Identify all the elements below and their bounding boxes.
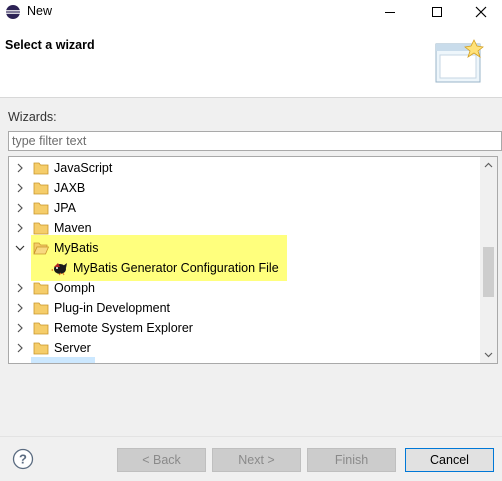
tree-item-jpa[interactable]: JPA	[9, 198, 479, 218]
maximize-button[interactable]	[414, 0, 459, 24]
new-wizard-graphic-icon	[435, 39, 484, 83]
close-button[interactable]	[458, 0, 502, 24]
mybatis-bird-icon	[51, 263, 67, 276]
chevron-right-icon[interactable]	[15, 283, 25, 293]
chevron-right-icon[interactable]	[15, 183, 25, 193]
minimize-icon	[384, 12, 395, 13]
folder-icon	[33, 342, 49, 355]
tree-item-plugin-development[interactable]: Plug-in Development	[9, 298, 479, 318]
tree-item-label: Oomph	[54, 281, 95, 295]
filter-input[interactable]	[8, 131, 502, 151]
partial-selected-row	[31, 357, 95, 363]
tree-item-maven[interactable]: Maven	[9, 218, 479, 238]
tree-item-label: JavaScript	[54, 161, 113, 175]
folder-open-icon	[33, 242, 49, 255]
folder-icon	[33, 222, 49, 235]
folder-icon	[33, 202, 49, 215]
folder-icon	[33, 282, 49, 295]
folder-icon	[33, 182, 49, 195]
maximize-icon	[431, 7, 442, 17]
folder-icon	[33, 162, 49, 175]
folder-icon	[33, 302, 49, 315]
tree-item-label: Maven	[54, 221, 92, 235]
tree-item-label: Server	[54, 341, 91, 355]
title-bar: New	[0, 0, 502, 24]
cancel-button[interactable]: Cancel	[405, 448, 494, 472]
tree-item-label: JPA	[54, 201, 76, 215]
svg-text:?: ?	[19, 452, 27, 467]
back-button[interactable]: < Back	[117, 448, 206, 472]
scroll-down-button[interactable]	[480, 346, 497, 363]
chevron-down-icon	[484, 352, 493, 358]
scroll-up-button[interactable]	[480, 157, 497, 174]
tree-item-label: MyBatis	[54, 241, 99, 255]
chevron-right-icon[interactable]	[15, 303, 25, 313]
tree-item-remote-system-explorer[interactable]: Remote System Explorer	[9, 318, 479, 338]
chevron-right-icon[interactable]	[15, 323, 25, 333]
tree-item-server[interactable]: Server	[9, 338, 479, 358]
wizard-window: New Select a wizard Wizards: JavaScript	[0, 0, 502, 481]
chevron-right-icon[interactable]	[15, 223, 25, 233]
chevron-down-icon[interactable]	[15, 243, 25, 253]
footer-separator	[0, 436, 502, 437]
chevron-right-icon[interactable]	[15, 163, 25, 173]
chevron-right-icon[interactable]	[15, 203, 25, 213]
tree-item-label: MyBatis Generator Configuration File	[73, 261, 279, 275]
close-icon	[475, 6, 486, 18]
window-title: New	[27, 4, 53, 18]
tree-item-label: Plug-in Development	[54, 301, 171, 315]
tree-item-label: JAXB	[54, 181, 86, 195]
wizard-banner: Select a wizard	[0, 24, 502, 98]
chevron-up-icon	[484, 162, 493, 168]
minimize-button[interactable]	[367, 0, 412, 24]
finish-button[interactable]: Finish	[307, 448, 396, 472]
eclipse-icon	[6, 5, 20, 19]
help-icon[interactable]: ?	[12, 448, 34, 470]
tree-scrollbar[interactable]	[480, 157, 497, 363]
folder-icon	[33, 322, 49, 335]
chevron-right-icon[interactable]	[15, 343, 25, 353]
tree-item-jaxb[interactable]: JAXB	[9, 178, 479, 198]
tree-item-javascript[interactable]: JavaScript	[9, 158, 479, 178]
tree-item-label: Remote System Explorer	[54, 321, 193, 335]
tree-item-mybatis[interactable]: MyBatis	[9, 238, 479, 258]
wizard-tree[interactable]: JavaScript JAXB JPA Maven MyBatis MyBati…	[8, 156, 498, 364]
tree-item-mybatis-generator-config[interactable]: MyBatis Generator Configuration File	[9, 258, 479, 278]
wizards-label: Wizards:	[8, 110, 57, 124]
banner-title: Select a wizard	[5, 38, 95, 52]
scroll-thumb[interactable]	[483, 247, 494, 297]
next-button[interactable]: Next >	[212, 448, 301, 472]
tree-item-oomph[interactable]: Oomph	[9, 278, 479, 298]
